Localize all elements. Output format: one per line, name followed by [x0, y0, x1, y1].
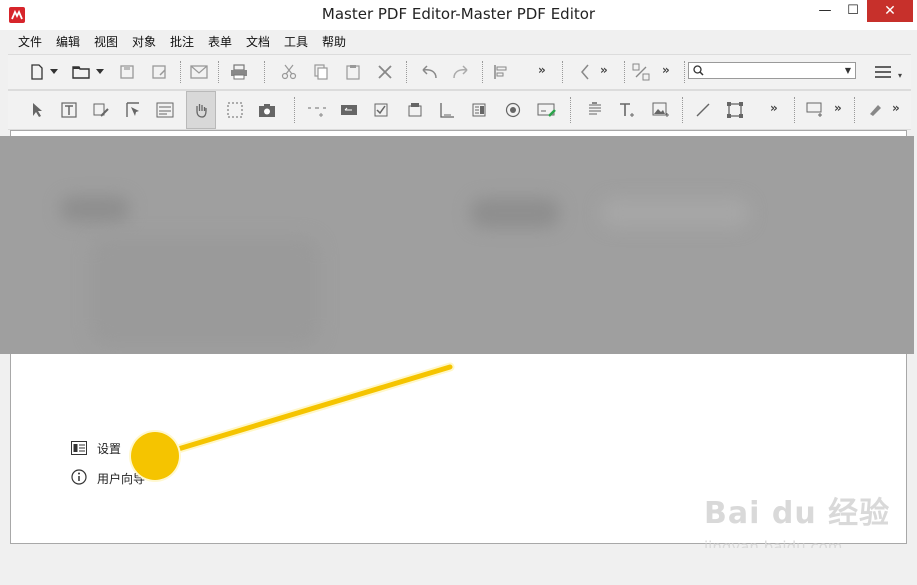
status-bar — [0, 548, 917, 585]
annotation-dot — [131, 432, 179, 480]
watermark-brand: Bai du 经验 — [704, 496, 891, 531]
